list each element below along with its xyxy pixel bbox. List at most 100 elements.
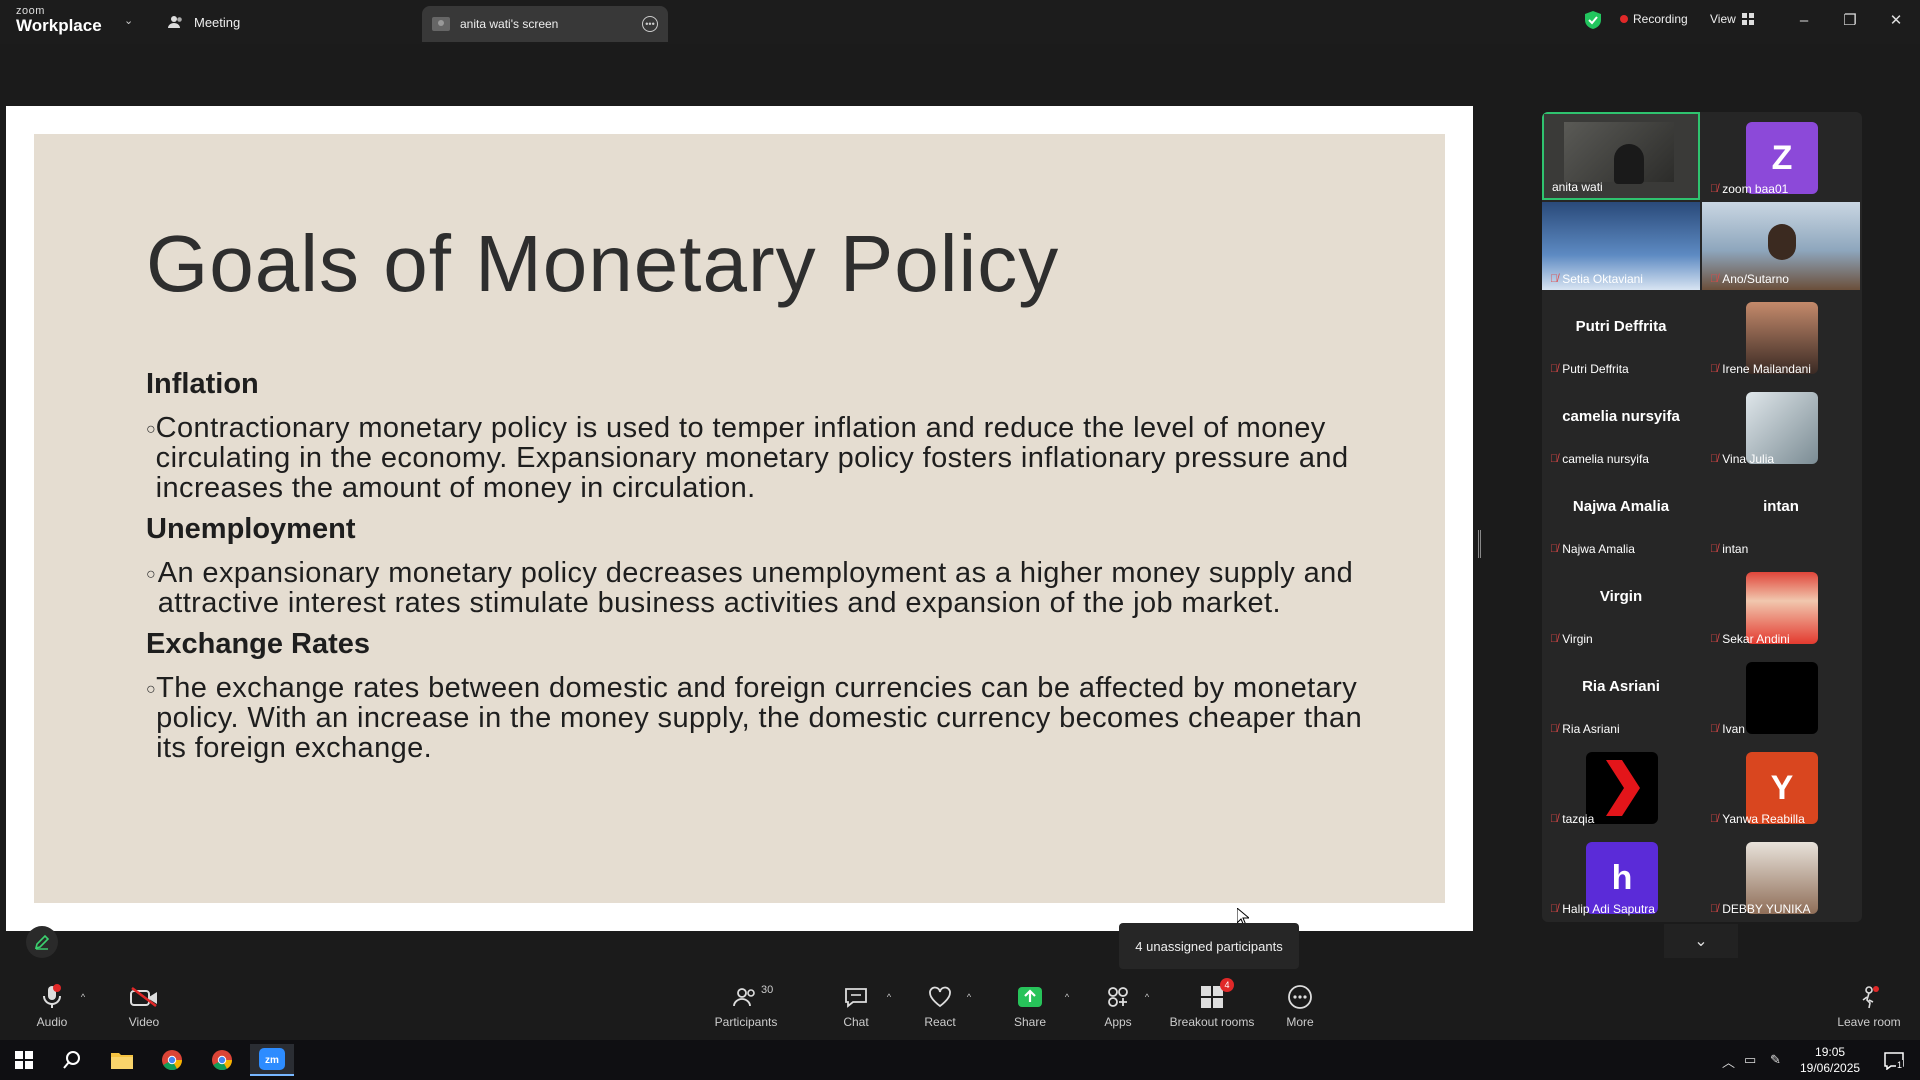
caret-up-icon: ^ — [966, 992, 972, 1002]
more-button[interactable]: More — [1282, 972, 1318, 1038]
tab-meeting-label: Meeting — [194, 14, 241, 30]
chrome-icon[interactable] — [152, 1044, 192, 1076]
tab-shared-screen[interactable]: anita wati's screen ••• — [422, 6, 668, 42]
leave-room-button[interactable]: Leave room — [1834, 972, 1904, 1038]
chrome-profile-icon[interactable] — [202, 1044, 242, 1076]
gallery-scroll-down-button[interactable]: ⌄ — [1664, 924, 1738, 958]
audio-options-caret[interactable]: ^ — [76, 972, 90, 1038]
participant-name: 🎙̸ Sekar Andini — [1710, 632, 1790, 646]
pen-tray-icon[interactable]: ✎ — [1770, 1052, 1781, 1068]
recording-indicator[interactable]: Recording — [1620, 12, 1688, 26]
participant-tile[interactable]: Y 🎙̸ Yanwa Reabilla — [1702, 742, 1860, 830]
view-button[interactable]: View — [1710, 12, 1754, 26]
security-shield-icon[interactable] — [1585, 11, 1601, 34]
mic-muted-icon: 🎙̸ — [1710, 453, 1719, 465]
participant-name: 🎙̸ Halip Adi Saputra — [1550, 902, 1655, 916]
caret-up-icon: ^ — [1144, 992, 1150, 1002]
mic-muted-icon: 🎙̸ — [1710, 903, 1719, 915]
mic-muted-icon: 🎙̸ — [1550, 633, 1559, 645]
clock-time: 19:05 — [1815, 1045, 1846, 1059]
participant-tile[interactable]: 🎙̸ Ano/Sutarno — [1702, 202, 1860, 290]
more-options-icon[interactable]: ••• — [642, 16, 658, 32]
mic-muted-icon: 🎙̸ — [1550, 903, 1559, 915]
more-dots-icon — [1287, 982, 1313, 1012]
panel-resize-handle[interactable] — [1478, 530, 1481, 558]
participant-tile[interactable]: 🎙̸ tazqia — [1542, 742, 1700, 830]
person-silhouette — [1768, 224, 1796, 260]
participant-tile[interactable]: 🎙̸ DEBBY YUNIKA — [1702, 832, 1860, 920]
tray-chevron-up-icon[interactable]: ︿ — [1722, 1052, 1735, 1071]
participant-tile[interactable]: 🎙̸ Vina Julia — [1702, 382, 1860, 470]
notifications-icon[interactable]: 1 — [1884, 1052, 1904, 1073]
title-bar: zoom Workplace ⌄ Meeting anita wati's sc… — [0, 0, 1920, 44]
participant-tile[interactable]: Virgin 🎙̸ Virgin — [1542, 562, 1700, 650]
bullet-text: Contractionary monetary policy is used t… — [155, 412, 1349, 504]
participant-name: 🎙̸ Ivan — [1710, 722, 1745, 736]
react-options-caret[interactable]: ^ — [962, 972, 976, 1038]
share-button[interactable]: Share — [1012, 972, 1048, 1038]
bullet-inflation: ○ Contractionary monetary policy is used… — [146, 413, 1396, 503]
participant-tile[interactable]: Z 🎙̸ zoom baa01 — [1702, 112, 1860, 200]
participant-tile[interactable]: 🎙̸ Ivan — [1702, 652, 1860, 740]
participant-tile[interactable]: Ria Asriani 🎙̸ Ria Asriani — [1542, 652, 1700, 740]
share-options-caret[interactable]: ^ — [1060, 972, 1074, 1038]
person-silhouette — [1614, 144, 1644, 184]
participant-tile[interactable]: Najwa Amalia 🎙̸ Najwa Amalia — [1542, 472, 1700, 560]
bullet-text: The exchange rates between domestic and … — [156, 672, 1363, 764]
shared-screen: Goals of Monetary Policy Inflation ○ Con… — [6, 106, 1473, 1031]
participant-tile[interactable]: anita wati — [1542, 112, 1700, 200]
participant-tile[interactable]: 🎙̸ Irene Mailandani — [1702, 292, 1860, 380]
participants-label: Participants — [714, 1014, 778, 1029]
participant-tile[interactable]: h 🎙̸ Halip Adi Saputra — [1542, 832, 1700, 920]
mic-muted-icon: 🎙̸ — [1550, 543, 1559, 555]
participant-tile[interactable]: 🎙̸ Sekar Andini — [1702, 562, 1860, 650]
profile-photo — [1746, 662, 1818, 734]
apps-button[interactable]: Apps — [1100, 972, 1136, 1038]
mic-muted-icon: 🎙̸ — [1710, 273, 1719, 285]
pen-icon — [34, 934, 50, 950]
tab-meeting[interactable]: Meeting — [168, 8, 240, 36]
chevron-down-icon: ⌄ — [1694, 933, 1708, 950]
audio-button[interactable]: Audio — [34, 972, 70, 1038]
participant-name: 🎙̸ Virgin — [1550, 632, 1593, 646]
zoom-taskbar-icon[interactable]: zm — [250, 1044, 294, 1076]
chat-button[interactable]: Chat — [840, 972, 872, 1038]
close-icon[interactable]: ✕ — [1882, 9, 1910, 33]
bullet-circle-icon: ○ — [146, 421, 156, 438]
windows-start-icon[interactable] — [4, 1044, 44, 1076]
svg-text:zm: zm — [265, 1055, 279, 1066]
chat-options-caret[interactable]: ^ — [882, 972, 896, 1038]
participants-button[interactable]: 30 Participants — [712, 972, 780, 1038]
react-button[interactable]: React — [922, 972, 958, 1038]
apps-options-caret[interactable]: ^ — [1140, 972, 1154, 1038]
slide-body: Inflation ○ Contractionary monetary poli… — [146, 362, 1396, 773]
network-icon[interactable]: ▭ — [1744, 1052, 1756, 1068]
zoom-window: zoom Workplace ⌄ Meeting anita wati's sc… — [0, 0, 1920, 1080]
caret-up-icon: ^ — [1064, 992, 1070, 1002]
apps-label: Apps — [1104, 1014, 1132, 1029]
chat-icon — [844, 982, 868, 1012]
breakout-rooms-label: Breakout rooms — [1169, 1014, 1255, 1029]
participant-tile[interactable]: Putri Deffrita 🎙̸ Putri Deffrita — [1542, 292, 1700, 380]
video-button[interactable]: Video — [124, 972, 164, 1038]
microphone-icon — [42, 982, 62, 1012]
participants-count: 30 — [761, 983, 774, 996]
bullet-text: An expansionary monetary policy decrease… — [157, 557, 1354, 619]
chevron-down-icon[interactable]: ⌄ — [124, 14, 133, 27]
annotate-pen-button[interactable] — [26, 926, 58, 958]
maximize-icon[interactable]: ❐ — [1836, 9, 1864, 33]
file-explorer-icon[interactable] — [102, 1044, 142, 1076]
system-clock[interactable]: 19:05 19/06/2025 — [1800, 1044, 1860, 1076]
breakout-rooms-button[interactable]: 4 Breakout rooms — [1164, 972, 1260, 1038]
search-icon[interactable] — [52, 1044, 92, 1076]
mic-muted-icon: 🎙̸ — [1710, 633, 1719, 645]
participant-tile[interactable]: intan 🎙̸ intan — [1702, 472, 1860, 560]
mic-muted-icon: 🎙̸ — [1710, 363, 1719, 375]
mic-muted-icon: 🎙̸ — [1710, 543, 1719, 555]
participant-display-name: intan — [1763, 498, 1799, 515]
mic-muted-icon: 🎙̸ — [1550, 813, 1559, 825]
participant-tile[interactable]: 🎙̸ Setia Oktaviani — [1542, 202, 1700, 290]
minimize-icon[interactable]: – — [1790, 9, 1818, 33]
bullet-unemployment: ○ An expansionary monetary policy decrea… — [146, 558, 1396, 618]
participant-tile[interactable]: camelia nursyifa 🎙̸ camelia nursyifa — [1542, 382, 1700, 470]
